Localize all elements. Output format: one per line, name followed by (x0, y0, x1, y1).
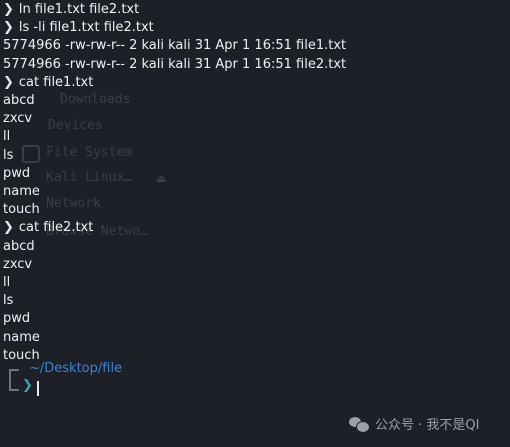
output-line: ll (3, 275, 11, 290)
prompt-chevron-icon: ❯ (22, 378, 33, 393)
command-line: ❯ ls -li file1.txt file2.txt (3, 19, 154, 37)
output-line: ll (3, 129, 11, 145)
output-line: touch (3, 202, 40, 218)
current-path: ~/Desktop/file (29, 361, 123, 376)
output-line: pwd (3, 165, 31, 181)
prompt-chevron-icon: ❯ (3, 2, 14, 17)
eject-icon: ⏏ (156, 172, 167, 185)
ghost-sidebar-item-kali-linux: Kali Linux… (46, 170, 133, 185)
prompt-chevron-icon: ❯ (3, 74, 14, 90)
output-line: zxcv (3, 256, 33, 272)
drive-icon (22, 145, 40, 163)
output-line: abcd (3, 93, 35, 108)
ghost-sidebar-heading-network: Network (46, 196, 101, 211)
command-text: ls -li file1.txt file2.txt (18, 20, 154, 36)
prompt-chevron-icon: ❯ (3, 220, 14, 236)
ghost-sidebar-item-file-system: File System (46, 145, 133, 160)
command-line: ❯ cat file2.txt (3, 219, 93, 237)
output-line: ls (3, 293, 14, 309)
terminal-window[interactable]: Downloads Devices File System Kali Linux… (0, 0, 510, 447)
prompt-chevron-icon: ❯ (3, 20, 14, 36)
output-line: 5774966 -rw-rw-r-- 2 kali kali 31 Apr 1 … (3, 38, 347, 54)
command-line: ❯ ln file1.txt file2.txt (3, 1, 139, 19)
output-line: ls (3, 147, 14, 163)
current-prompt: ~/Desktop/file ❯ (9, 359, 149, 399)
prompt-bracket (9, 369, 19, 391)
output-line: 5774966 -rw-rw-r-- 2 kali kali 31 Apr 1 … (3, 56, 347, 72)
command-text: cat file2.txt (18, 220, 94, 236)
wechat-icon (349, 416, 370, 433)
command-line: ❯ cat file1.txt (3, 74, 93, 92)
command-text: cat file1.txt (18, 74, 94, 90)
watermark-text: 公众号 · 我不是QI (375, 418, 480, 433)
output-line: abcd (3, 238, 35, 254)
watermark: 公众号 · 我不是QI (349, 414, 479, 433)
output-line: name (3, 329, 40, 345)
output-line: pwd (3, 311, 31, 327)
text-cursor[interactable] (37, 381, 39, 396)
output-line: name (3, 184, 40, 199)
command-text: ln file1.txt file2.txt (18, 2, 140, 17)
ghost-sidebar-heading-devices: Devices (48, 118, 103, 133)
ghost-sidebar-item-downloads: Downloads (60, 92, 131, 107)
output-line: zxcv (3, 111, 33, 127)
